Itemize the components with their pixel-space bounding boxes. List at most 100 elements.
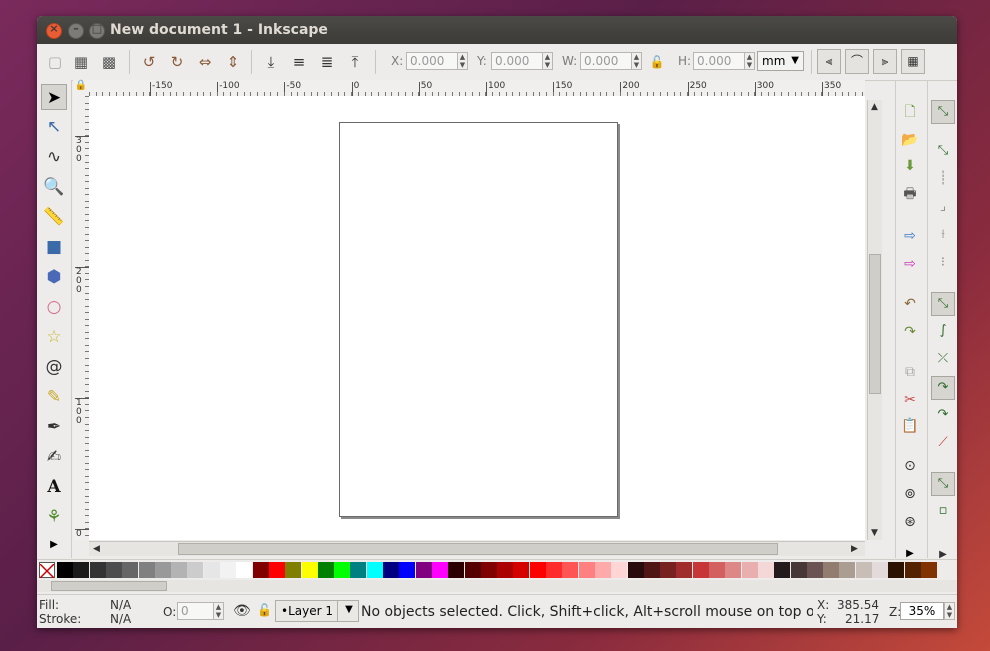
zoom-spinner[interactable]: ▲ ▼ bbox=[944, 602, 955, 620]
color-swatch[interactable] bbox=[464, 562, 481, 578]
move-patterns-toggle[interactable]: ▦ bbox=[901, 49, 925, 74]
node-tool[interactable]: ↖ bbox=[41, 114, 67, 140]
color-swatch[interactable] bbox=[920, 562, 937, 578]
color-swatch[interactable] bbox=[350, 562, 367, 578]
color-swatch[interactable] bbox=[823, 562, 840, 578]
lower-to-bottom-icon[interactable]: ⤓ bbox=[261, 52, 281, 72]
snap-bbox-edges-toggle[interactable]: ┊ bbox=[931, 168, 955, 192]
horizontal-scroll-thumb[interactable] bbox=[178, 543, 778, 555]
color-swatch[interactable] bbox=[888, 562, 905, 578]
rotate-ccw-icon[interactable]: ↺ bbox=[139, 52, 159, 72]
vertical-scrollbar[interactable]: ▲ ▼ bbox=[867, 100, 882, 540]
horizontal-scrollbar[interactable]: ◀ ▶ bbox=[89, 541, 865, 556]
color-swatch[interactable] bbox=[366, 562, 383, 578]
color-swatch[interactable] bbox=[415, 562, 432, 578]
color-swatch[interactable] bbox=[268, 562, 285, 578]
color-swatch[interactable] bbox=[855, 562, 872, 578]
color-swatch[interactable] bbox=[806, 562, 823, 578]
spiral-tool[interactable]: @ bbox=[41, 354, 67, 380]
color-swatch[interactable] bbox=[546, 562, 562, 578]
y-spinner[interactable]: ▲ ▼ bbox=[542, 52, 553, 70]
color-swatch[interactable] bbox=[285, 562, 302, 578]
raise-icon[interactable]: ≣ bbox=[317, 52, 337, 72]
select-all-layers-icon[interactable]: ▦ bbox=[71, 52, 91, 72]
tweak-tool[interactable]: ∿ bbox=[41, 144, 67, 170]
color-swatch[interactable] bbox=[203, 562, 220, 578]
toggle-visibility-icon[interactable]: 👁 bbox=[233, 603, 251, 619]
color-swatch[interactable] bbox=[692, 562, 709, 578]
color-swatch[interactable] bbox=[578, 562, 595, 578]
save-icon[interactable]: ⬇ bbox=[900, 156, 920, 176]
calligraphy-tool[interactable]: ✍ bbox=[41, 444, 67, 470]
color-swatch[interactable] bbox=[57, 562, 73, 578]
color-swatch[interactable] bbox=[236, 562, 253, 578]
move-gradients-toggle[interactable]: ⫸ bbox=[873, 49, 897, 74]
w-spinner[interactable]: ▲ ▼ bbox=[631, 52, 642, 70]
zoom-tool[interactable]: 🔍 bbox=[41, 174, 67, 200]
rotate-cw-icon[interactable]: ↻ bbox=[167, 52, 187, 72]
unit-select[interactable]: mm ▼ bbox=[757, 51, 804, 71]
opacity-spinner[interactable]: ▲ ▼ bbox=[213, 602, 224, 620]
star-tool[interactable]: ☆ bbox=[41, 324, 67, 350]
color-swatch[interactable] bbox=[611, 562, 628, 578]
color-swatch[interactable] bbox=[757, 562, 774, 578]
flip-vertical-icon[interactable]: ⇕ bbox=[223, 52, 243, 72]
color-swatch[interactable] bbox=[431, 562, 448, 578]
new-document-icon[interactable]: 🗋 bbox=[900, 102, 920, 122]
color-swatch[interactable] bbox=[73, 562, 90, 578]
snap-line-midpoints-toggle[interactable]: ⟋ bbox=[931, 432, 955, 456]
select-all-icon[interactable]: ▢ bbox=[45, 52, 65, 72]
w-field[interactable]: 0.000 bbox=[580, 52, 636, 70]
text-tool[interactable]: A bbox=[41, 474, 67, 500]
cut-icon[interactable]: ✂ bbox=[900, 390, 920, 410]
scale-stroke-toggle[interactable]: ⫷ bbox=[817, 49, 841, 74]
color-swatch[interactable] bbox=[187, 562, 204, 578]
layer-dropdown-button[interactable]: ▼ bbox=[337, 600, 360, 622]
color-swatch[interactable] bbox=[594, 562, 611, 578]
selector-tool[interactable]: ➤ bbox=[41, 84, 67, 110]
snap-nodes-toggle[interactable]: ⤡ bbox=[931, 292, 955, 316]
color-swatch[interactable] bbox=[448, 562, 465, 578]
snap-cusp-nodes-toggle[interactable]: ↷ bbox=[931, 376, 955, 400]
color-swatch[interactable] bbox=[138, 562, 155, 578]
zoom-page-icon[interactable]: ⊛ bbox=[900, 512, 920, 532]
snap-paths-toggle[interactable]: ∫ bbox=[931, 320, 955, 344]
deselect-icon[interactable]: ▩ bbox=[99, 52, 119, 72]
color-swatch[interactable] bbox=[317, 562, 334, 578]
color-swatch[interactable] bbox=[676, 562, 693, 578]
color-swatch[interactable] bbox=[497, 562, 514, 578]
color-swatch[interactable] bbox=[480, 562, 497, 578]
color-swatch[interactable] bbox=[839, 562, 856, 578]
undo-icon[interactable]: ↶ bbox=[900, 294, 920, 314]
color-swatch[interactable] bbox=[122, 562, 139, 578]
pencil-tool[interactable]: ✎ bbox=[41, 384, 67, 410]
no-paint-swatch[interactable] bbox=[39, 562, 55, 579]
vertical-scroll-thumb[interactable] bbox=[869, 254, 881, 394]
color-swatch[interactable] bbox=[383, 562, 399, 578]
minimize-window-button[interactable]: – bbox=[68, 22, 84, 39]
color-swatch[interactable] bbox=[529, 562, 546, 578]
color-swatch[interactable] bbox=[741, 562, 758, 578]
opacity-field[interactable]: 0 bbox=[177, 602, 215, 620]
color-swatch[interactable] bbox=[790, 562, 807, 578]
color-swatch[interactable] bbox=[904, 562, 921, 578]
export-icon[interactable]: ⇨ bbox=[900, 254, 920, 274]
snap-bounding-box-toggle[interactable]: ⤡ bbox=[931, 140, 955, 164]
import-icon[interactable]: ⇨ bbox=[900, 226, 920, 246]
rectangle-tool[interactable]: ■ bbox=[41, 234, 67, 260]
zoom-field[interactable]: 35% bbox=[900, 602, 944, 620]
color-swatch[interactable] bbox=[872, 562, 888, 578]
color-swatch[interactable] bbox=[774, 562, 791, 578]
color-swatch[interactable] bbox=[562, 562, 579, 578]
color-swatch[interactable] bbox=[301, 562, 318, 578]
color-swatch[interactable] bbox=[105, 562, 122, 578]
measure-tool[interactable]: 📏 bbox=[41, 204, 67, 230]
palette-scrollbar[interactable] bbox=[37, 580, 957, 592]
close-window-button[interactable]: × bbox=[46, 22, 62, 39]
toolbox-more-button[interactable]: ▶ bbox=[41, 532, 67, 558]
color-swatch[interactable] bbox=[334, 562, 351, 578]
scroll-left-icon[interactable]: ◀ bbox=[93, 544, 100, 554]
x-field[interactable]: 0.000 bbox=[406, 52, 462, 70]
ellipse-tool[interactable]: ○ bbox=[41, 294, 67, 320]
drawing-canvas[interactable] bbox=[89, 96, 865, 540]
